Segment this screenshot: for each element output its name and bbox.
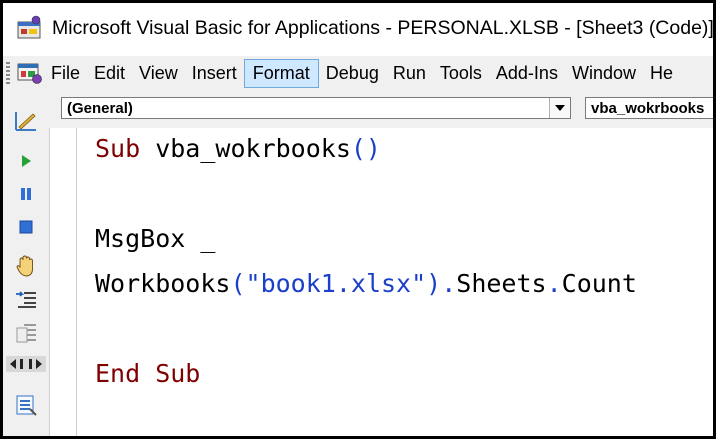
menu-bar: File Edit View Insert Format Debug Run T… [3,56,713,90]
menu-insert[interactable]: Insert [185,59,244,88]
dot: . [546,269,562,298]
count-property: Count [561,269,637,298]
code-line-3[interactable]: Workbooks("book1.xlsx").Sheets.Count [95,269,637,298]
menu-debug[interactable]: Debug [319,59,386,88]
excel-view-icon[interactable] [14,59,44,87]
splitter-icon[interactable] [6,356,46,372]
menu-file[interactable]: File [44,59,87,88]
vbe-window: Microsoft Visual Basic for Applications … [3,3,713,436]
margin-indicator-bar[interactable] [50,128,77,436]
design-mode-icon[interactable] [11,108,41,134]
keyword-sub: Sub [95,134,141,163]
outdent-icon[interactable] [11,320,41,346]
menubar-grip[interactable] [6,62,10,84]
workbooks-call: Workbooks [95,269,231,298]
object-browser-icon[interactable] [11,392,41,418]
combo-row: (General) vba_wokrbooks [49,90,713,128]
menu-help[interactable]: He [643,59,680,88]
procedure-name: vba_wokrbooks [140,134,351,163]
close-paren-dot: ). [426,269,457,298]
chevron-down-icon[interactable] [549,98,570,118]
left-toolbar [3,90,50,436]
open-paren: ( [230,269,246,298]
hand-icon[interactable] [11,253,41,279]
menu-run[interactable]: Run [386,59,433,88]
code-line-1[interactable]: Sub vba_wokrbooks() [95,134,381,163]
menu-edit[interactable]: Edit [87,59,132,88]
string-literal: "book1.xlsx" [245,269,427,298]
title-bar: Microsoft Visual Basic for Applications … [3,3,713,53]
object-combo-value: (General) [67,100,133,117]
reset-icon[interactable] [11,214,41,240]
code-line-2[interactable]: MsgBox _ [95,224,215,253]
code-editor[interactable]: Sub vba_wokrbooks() MsgBox _ Workbooks("… [50,128,713,436]
object-combo[interactable]: (General) [61,97,571,119]
procedure-combo-value: vba_wokrbooks [591,100,705,117]
procedure-combo[interactable]: vba_wokrbooks [585,97,713,119]
vba-app-icon[interactable] [16,14,44,42]
menu-format[interactable]: Format [243,58,319,88]
msgbox-statement: MsgBox _ [95,224,216,253]
menu-window[interactable]: Window [565,59,643,88]
window-title: Microsoft Visual Basic for Applications … [52,16,713,39]
menu-tools[interactable]: Tools [433,59,489,88]
run-icon[interactable] [11,148,41,174]
parens: () [350,134,381,163]
menu-add-ins[interactable]: Add-Ins [489,59,565,88]
break-icon[interactable] [11,181,41,207]
keyword-end-sub: End Sub [95,359,201,388]
menu-view[interactable]: View [132,59,185,88]
indent-icon[interactable] [11,286,41,312]
code-line-4[interactable]: End Sub [95,359,200,388]
sheets-property: Sheets [456,269,547,298]
